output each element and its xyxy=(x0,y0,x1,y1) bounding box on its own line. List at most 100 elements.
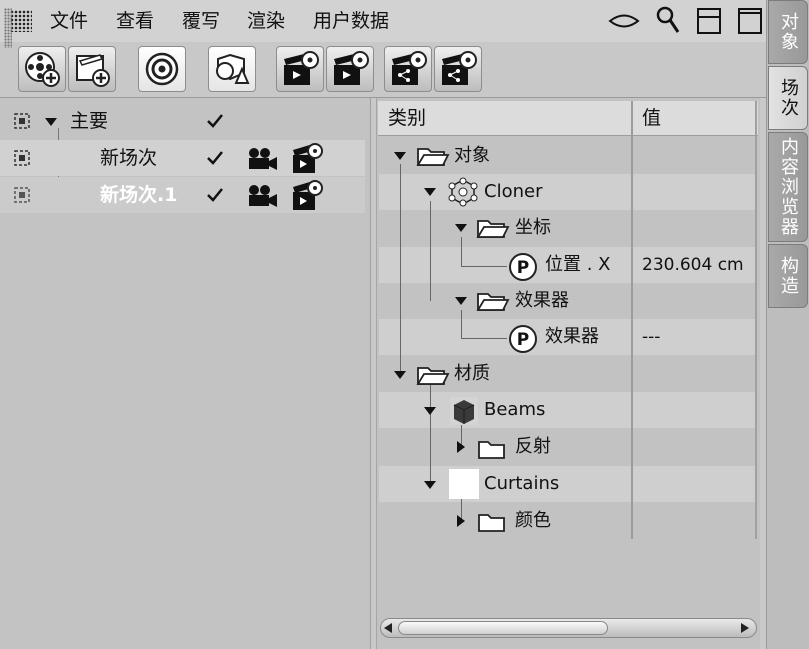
column-header-category[interactable]: 类别 xyxy=(388,101,426,135)
folder-closed-icon xyxy=(478,514,505,532)
auto-take-icon xyxy=(145,52,179,86)
tree-label[interactable]: Beams xyxy=(484,392,545,428)
scroll-left-arrow-icon[interactable] xyxy=(384,623,392,633)
tab-structure-label: 构造 xyxy=(778,256,799,296)
take-marker-icon[interactable] xyxy=(14,113,30,129)
render-take-icon xyxy=(284,51,319,85)
collapse-arrow-icon[interactable] xyxy=(457,441,465,453)
expand-arrow-icon[interactable] xyxy=(394,152,406,160)
render-take-button[interactable] xyxy=(276,46,324,92)
folder-open-icon xyxy=(416,148,450,166)
render-settings-icon[interactable] xyxy=(290,178,324,212)
tab-objects[interactable]: 对象 xyxy=(768,0,808,64)
add-take-button[interactable] xyxy=(68,46,116,92)
share-all-takes-button[interactable] xyxy=(434,46,482,92)
tree-value[interactable]: --- xyxy=(642,319,660,355)
auto-take-button[interactable] xyxy=(138,46,186,92)
override-objects-icon xyxy=(216,53,250,84)
tree-label[interactable]: 对象 xyxy=(454,138,490,174)
table-row[interactable] xyxy=(379,429,755,465)
expand-arrow-icon[interactable] xyxy=(424,407,436,415)
menu-render[interactable]: 渲染 xyxy=(247,8,285,34)
override-objects-button[interactable] xyxy=(208,46,256,92)
parameter-icon: P xyxy=(509,253,537,281)
material-swatch-icon xyxy=(449,469,479,499)
share-take-icon xyxy=(392,51,427,85)
parameter-icon: P xyxy=(509,325,537,353)
scrollbar-thumb[interactable] xyxy=(398,621,608,635)
tree-label[interactable]: 颜色 xyxy=(515,503,551,539)
add-scene-icon xyxy=(25,52,60,87)
share-take-button[interactable] xyxy=(384,46,432,92)
folder-open-icon xyxy=(416,367,450,385)
column-header-value[interactable]: 值 xyxy=(642,101,661,135)
menu-view[interactable]: 查看 xyxy=(116,8,154,34)
tree-line xyxy=(430,201,431,301)
expand-arrow-icon[interactable] xyxy=(394,371,406,379)
tree-label[interactable]: 反射 xyxy=(515,429,551,465)
tree-value[interactable]: 230.604 cm xyxy=(642,247,744,283)
take-marker-icon[interactable] xyxy=(14,187,30,203)
menu-user-data[interactable]: 用户数据 xyxy=(313,8,389,34)
tab-takes[interactable]: 场次 xyxy=(768,66,808,130)
share-all-takes-icon xyxy=(442,51,477,85)
table-row[interactable] xyxy=(379,210,755,246)
camera-icon[interactable] xyxy=(246,183,280,209)
tree-label[interactable]: 位置 . X xyxy=(545,247,611,283)
check-icon[interactable] xyxy=(206,113,224,129)
render-all-takes-icon xyxy=(334,51,369,85)
tree-label[interactable]: 材质 xyxy=(454,356,490,392)
column-divider[interactable] xyxy=(631,101,633,539)
tab-takes-label: 场次 xyxy=(778,78,799,118)
maximize-icon[interactable] xyxy=(738,8,762,34)
tree-line xyxy=(461,237,462,267)
split-layout-icon[interactable] xyxy=(697,8,721,34)
add-take-icon xyxy=(76,54,110,87)
tree-label[interactable]: Curtains xyxy=(484,466,559,502)
folder-closed-icon xyxy=(478,441,505,459)
expand-arrow-icon[interactable] xyxy=(455,224,467,232)
tab-content-browser-label: 内容浏览器 xyxy=(778,137,799,237)
tree-line xyxy=(430,384,431,486)
scene-name[interactable]: 主要 xyxy=(70,103,108,139)
expand-arrow-icon[interactable] xyxy=(424,481,436,489)
expand-arrow-icon[interactable] xyxy=(424,188,436,196)
scene-name[interactable]: 新场次 xyxy=(100,140,157,176)
add-scene-button[interactable] xyxy=(18,46,66,92)
view-eye-icon[interactable] xyxy=(608,10,640,32)
tab-structure[interactable]: 构造 xyxy=(768,244,808,308)
take-marker-icon[interactable] xyxy=(14,150,30,166)
folder-open-icon xyxy=(476,293,510,311)
tree-label[interactable]: Cloner xyxy=(484,174,542,210)
toolbar-grip-icon[interactable] xyxy=(4,8,12,48)
render-all-takes-button[interactable] xyxy=(326,46,374,92)
menu-override[interactable]: 覆写 xyxy=(182,8,220,34)
collapse-arrow-icon[interactable] xyxy=(457,515,465,527)
panel-grip-icon[interactable] xyxy=(10,10,32,32)
tab-content-browser[interactable]: 内容浏览器 xyxy=(768,132,808,242)
table-row[interactable] xyxy=(379,503,755,539)
tree-line xyxy=(400,164,401,376)
column-divider xyxy=(755,101,757,539)
tab-objects-label: 对象 xyxy=(778,12,799,52)
tree-line xyxy=(461,338,507,339)
tree-header xyxy=(378,101,758,136)
camera-icon[interactable] xyxy=(246,146,280,172)
menu-file[interactable]: 文件 xyxy=(50,8,88,34)
expand-arrow-icon[interactable] xyxy=(45,118,57,126)
render-settings-icon[interactable] xyxy=(290,141,324,175)
scroll-right-arrow-icon[interactable] xyxy=(741,623,749,633)
check-icon[interactable] xyxy=(206,150,224,166)
tree-label[interactable]: 效果器 xyxy=(545,319,599,355)
search-icon[interactable] xyxy=(655,5,681,35)
cloner-icon xyxy=(448,177,478,207)
folder-open-icon xyxy=(476,220,510,238)
tree-label[interactable]: 坐标 xyxy=(515,210,551,246)
expand-arrow-icon[interactable] xyxy=(455,297,467,305)
svg-text:P: P xyxy=(517,258,529,278)
check-icon[interactable] xyxy=(206,187,224,203)
tree-line xyxy=(461,310,462,338)
scene-name[interactable]: 新场次.1 xyxy=(100,177,177,213)
tree-label[interactable]: 效果器 xyxy=(515,283,569,319)
tree-line xyxy=(461,266,507,267)
